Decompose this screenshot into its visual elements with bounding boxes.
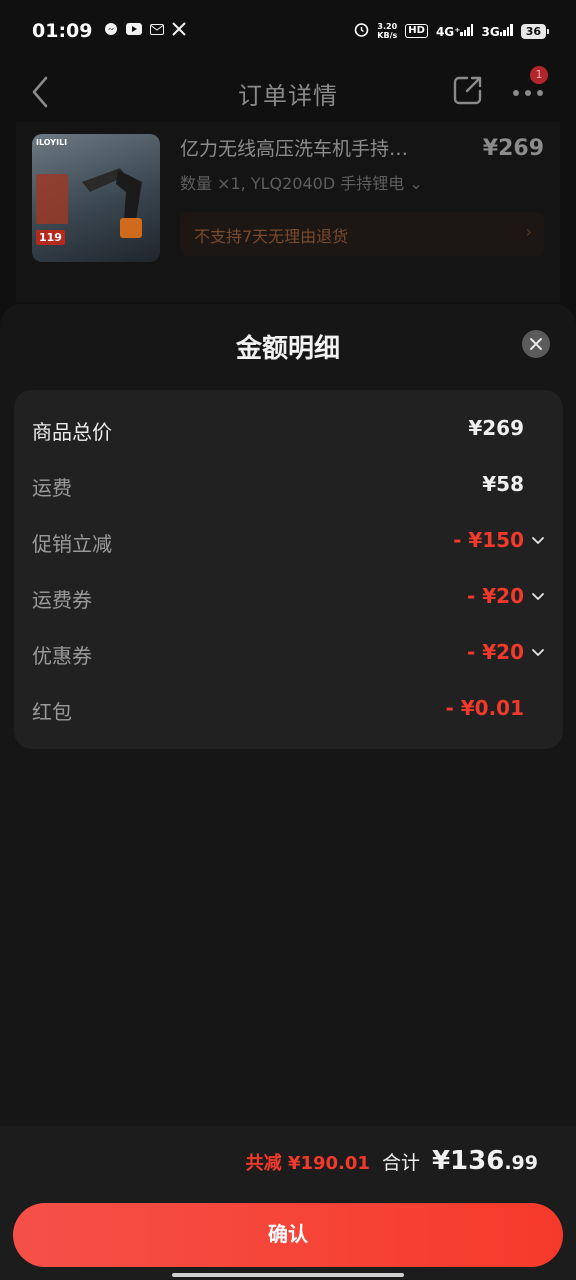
net-speed: 3.20 KB/s xyxy=(377,22,397,40)
product-card[interactable]: ILOYILI 119 亿力无线高压洗车机手持… ¥269 数量 ×1, YLQ… xyxy=(16,122,560,302)
signal-bars-icon xyxy=(460,23,474,36)
gmail-icon xyxy=(150,23,165,39)
net-speed-unit: KB/s xyxy=(377,31,398,40)
row-value: - ¥20 xyxy=(466,584,524,608)
return-policy-notice[interactable]: 不支持7天无理由退货 › xyxy=(180,212,544,256)
total-amount-decimal: .99 xyxy=(504,1152,538,1174)
row-coupon[interactable]: 优惠券 - ¥20 xyxy=(14,634,563,674)
product-price: ¥269 xyxy=(482,136,544,161)
status-left: 01:09 xyxy=(32,20,187,42)
product-image-brand: ILOYILI xyxy=(36,138,68,147)
signal-bars-icon xyxy=(499,23,513,36)
product-image[interactable]: ILOYILI 119 xyxy=(32,134,160,262)
row-value: - ¥150 xyxy=(453,528,524,552)
chevron-down-icon[interactable] xyxy=(531,534,545,548)
signal-4g: 4G⁺ xyxy=(435,23,474,39)
row-goods-total: 商品总价 ¥269 xyxy=(14,410,563,450)
total-amount: ¥136.99 xyxy=(432,1146,538,1176)
total-amount-main: ¥136 xyxy=(431,1146,505,1176)
signal-4g-label: 4G⁺ xyxy=(435,24,461,39)
amount-detail-card: 商品总价 ¥269 运费 ¥58 促销立减 - ¥150 运费券 - ¥20 优… xyxy=(14,390,563,749)
return-policy-text: 不支持7天无理由退货 xyxy=(194,227,349,246)
row-red-packet: 红包 - ¥0.01 xyxy=(14,690,563,730)
row-label: 红包 xyxy=(32,700,72,724)
page-title: 订单详情 xyxy=(238,82,338,110)
row-promotion[interactable]: 促销立减 - ¥150 xyxy=(14,522,563,562)
close-icon[interactable] xyxy=(522,330,550,358)
home-indicator[interactable] xyxy=(172,1273,404,1277)
status-right: 3.20 KB/s HD 4G⁺ 3G 36 xyxy=(354,22,550,40)
chevron-down-icon[interactable] xyxy=(531,590,545,604)
youtube-icon xyxy=(126,23,143,39)
product-spec[interactable]: 数量 ×1, YLQ2040D 手持锂电 ⌄ xyxy=(180,170,423,194)
notification-badge: 1 xyxy=(530,66,548,84)
messenger-icon xyxy=(104,22,118,40)
battery-icon: 36 xyxy=(520,23,550,39)
status-time: 01:09 xyxy=(32,20,93,42)
row-value: ¥58 xyxy=(482,472,524,496)
row-label: 优惠券 xyxy=(32,644,92,668)
alarm-icon xyxy=(354,22,369,40)
product-price-tag: 119 xyxy=(36,230,65,245)
confirm-button[interactable]: 确认 xyxy=(13,1203,563,1267)
pressure-washer-graphic xyxy=(82,168,142,238)
signal-3g: 3G xyxy=(481,23,513,39)
row-value: ¥269 xyxy=(468,416,524,440)
share-icon[interactable] xyxy=(452,74,484,106)
nav-bar: 订单详情 1 xyxy=(0,62,576,122)
row-value: - ¥0.01 xyxy=(445,696,524,720)
row-label: 商品总价 xyxy=(32,420,112,444)
net-speed-value: 3.20 xyxy=(377,22,398,31)
row-label: 运费券 xyxy=(32,588,92,612)
sheet-title: 金额明细 xyxy=(235,334,340,364)
hd-badge: HD xyxy=(405,24,428,38)
bottom-bar: 共减 ¥190.01 合计 ¥136.99 确认 xyxy=(0,1126,576,1280)
row-label: 促销立减 xyxy=(32,532,112,556)
row-label: 运费 xyxy=(32,476,72,500)
total-saved: 共减 ¥190.01 xyxy=(245,1153,370,1174)
product-box-graphic xyxy=(36,174,68,224)
order-summary: 共减 ¥190.01 合计 ¥136.99 xyxy=(246,1146,538,1176)
chevron-down-icon[interactable] xyxy=(531,646,545,660)
status-bar: 01:09 3.20 KB/s HD 4G⁺ 3G 36 xyxy=(0,0,576,62)
row-shipping-coupon[interactable]: 运费券 - ¥20 xyxy=(14,578,563,618)
total-label: 合计 xyxy=(381,1152,420,1174)
x-icon xyxy=(172,22,187,40)
chevron-right-icon: › xyxy=(525,222,532,241)
row-value: - ¥20 xyxy=(466,640,524,664)
product-title: 亿力无线高压洗车机手持… xyxy=(180,138,409,160)
signal-3g-label: 3G xyxy=(481,24,500,39)
row-shipping: 运费 ¥58 xyxy=(14,466,563,506)
